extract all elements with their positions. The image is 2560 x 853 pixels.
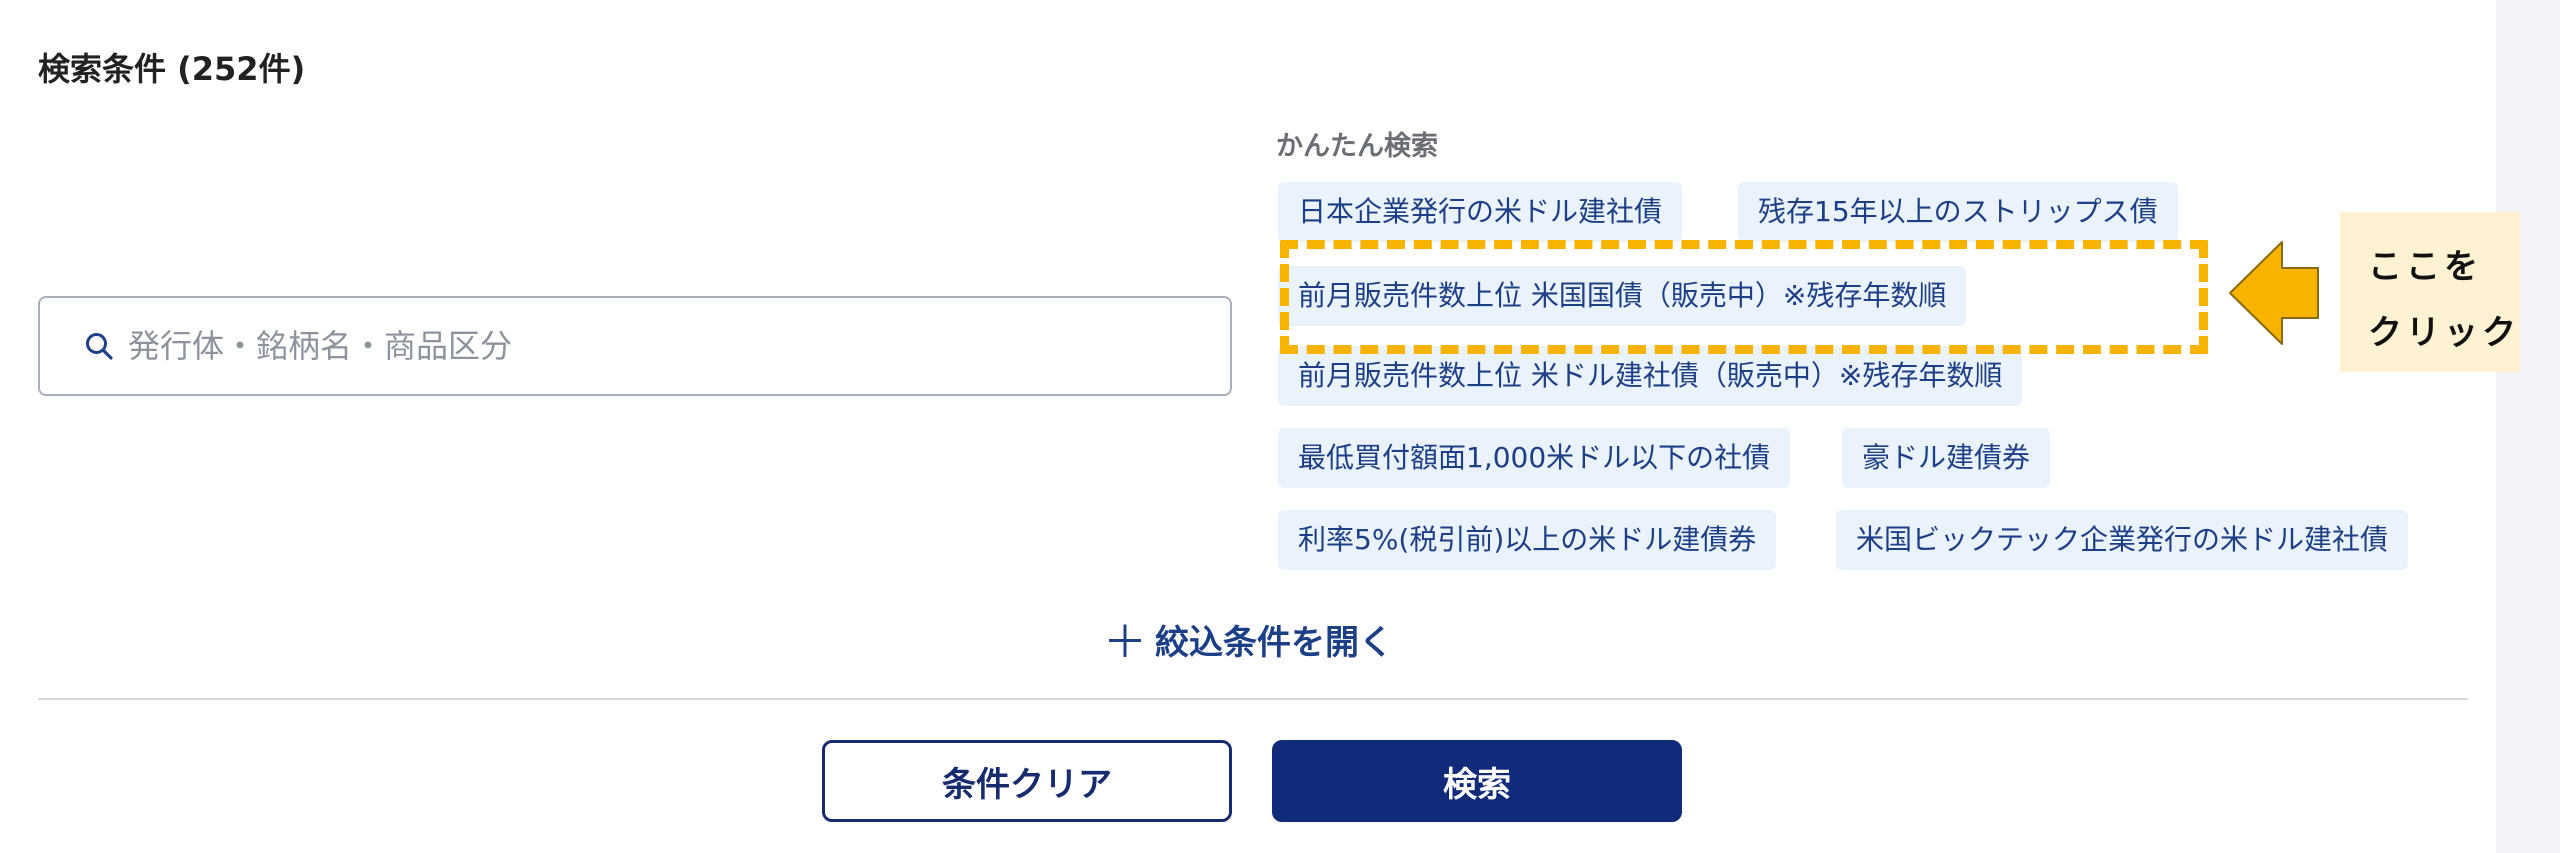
open-filters-toggle[interactable]: ＋絞込条件を開く [0,606,2496,670]
quick-search-chip-strips-15y[interactable]: 残存15年以上のストリップス債 [1738,182,2178,242]
quick-search-chip-japan-corporate-usd[interactable]: 日本企業発行の米ドル建社債 [1278,182,1683,242]
page-title: 検索条件 (252件) [38,50,306,88]
quick-search-chip-us-bigtech[interactable]: 米国ビックテック企業発行の米ドル建社債 [1836,510,2409,570]
click-here-callout: ここを クリック [2340,212,2520,372]
plus-icon: ＋ [1103,617,1147,668]
quick-search-chip-rate-5pct[interactable]: 利率5%(税引前)以上の米ドル建債券 [1278,510,1777,570]
search-conditions-panel: 検索条件 (252件) かんたん検索 日本企業発行の米ドル建社債 残存15年以上… [0,0,2520,853]
quick-search-label: かんたん検索 [1276,131,1438,162]
search-button[interactable]: 検索 [1272,740,1682,822]
clear-conditions-button[interactable]: 条件クリア [822,740,1232,822]
highlight-frame [1280,240,2208,354]
callout-line-1: ここを [2368,247,2482,287]
left-arrow-icon [2229,241,2319,345]
quick-search-chip-top-usd-corporate[interactable]: 前月販売件数上位 米ドル建社債（販売中）※残存年数順 [1278,346,2023,406]
open-filters-label: 絞込条件を開く [1155,623,1393,663]
quick-search-chip-aud-bonds[interactable]: 豪ドル建債券 [1842,428,2051,488]
callout-line-2: クリック [2368,313,2520,353]
search-icon [86,333,113,360]
search-field[interactable] [38,296,1232,396]
search-input[interactable] [128,327,1230,365]
divider [38,698,2468,700]
quick-search-chip-min-1000-usd[interactable]: 最低買付額面1,000米ドル以下の社債 [1278,428,1791,488]
